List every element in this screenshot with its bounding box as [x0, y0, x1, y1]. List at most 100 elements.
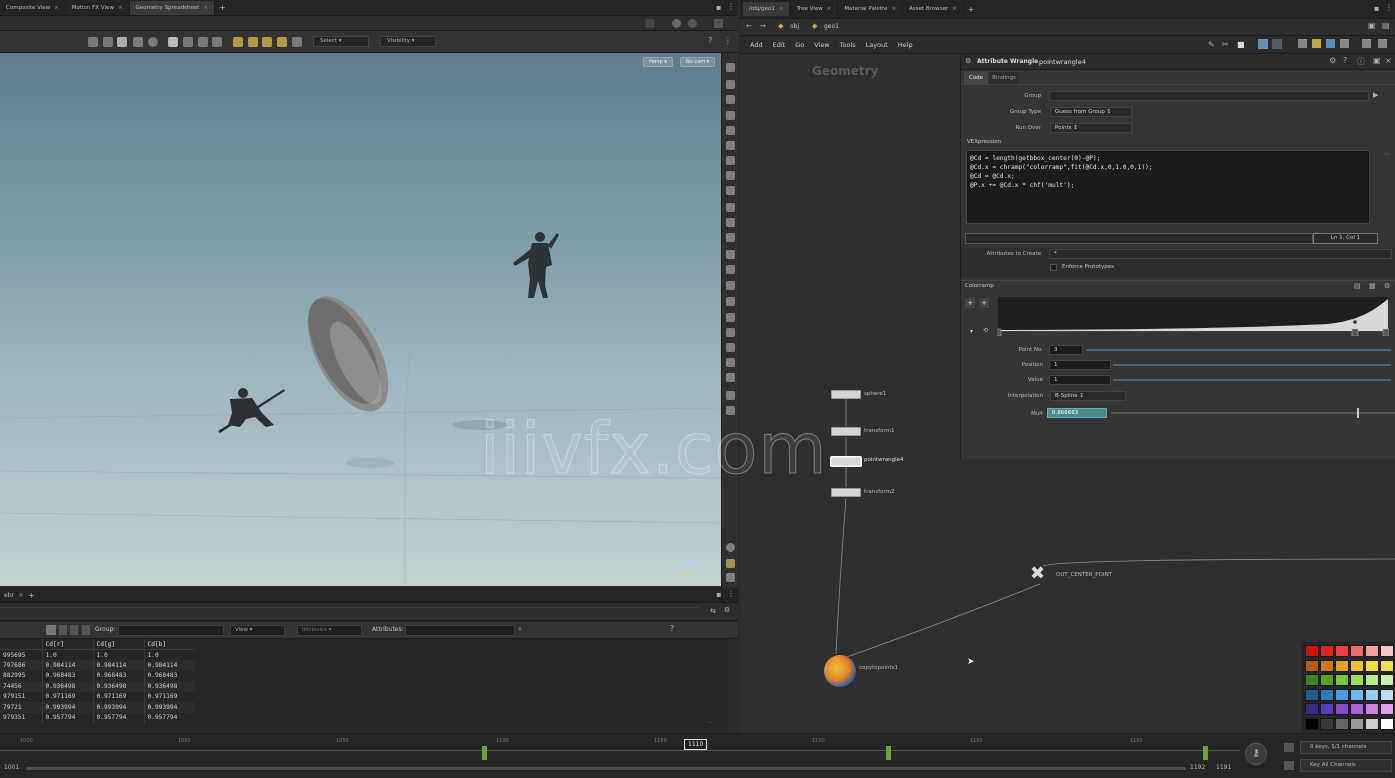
select-tool-icon[interactable]: [88, 37, 98, 47]
table-row[interactable]: 979351 0.957794 0.957794 0.957794: [0, 712, 195, 723]
scissors-icon[interactable]: ✂: [1222, 40, 1229, 49]
info-icon[interactable]: [726, 543, 735, 552]
group-field[interactable]: [1049, 91, 1369, 101]
color-swatch[interactable]: [1305, 717, 1319, 730]
value-field[interactable]: 1: [1049, 375, 1111, 385]
spreadsheet-table[interactable]: Cd[r] Cd[g] Cd[b] 995695 1.0 1.0 1.0 797686 0…: [0, 639, 728, 731]
attributes-filter-input[interactable]: [405, 625, 515, 636]
keys-channels-dropdown[interactable]: 0 keys, 1/1 channels: [1300, 741, 1392, 754]
mult-field[interactable]: 0.866663: [1047, 408, 1107, 418]
menu-view[interactable]: View: [814, 41, 829, 49]
table-row[interactable]: 74456 0.936498 0.936498 0.936498: [0, 681, 195, 692]
lock-icon[interactable]: [726, 95, 735, 104]
pin-icon[interactable]: ▣: [1368, 21, 1376, 30]
pane-options-icon[interactable]: ⋮: [1385, 3, 1393, 12]
visibility-dropdown[interactable]: Visibility ▾: [380, 36, 436, 47]
color-swatch[interactable]: [1380, 645, 1394, 657]
pane-menu-icon[interactable]: ▪: [1374, 4, 1379, 13]
box-select-icon[interactable]: [117, 37, 127, 47]
color-swatch[interactable]: [1380, 659, 1394, 672]
settings-icon[interactable]: ⚙: [724, 606, 730, 614]
close-icon[interactable]: ×: [952, 6, 957, 12]
detail-attrib-icon[interactable]: [82, 625, 90, 635]
scene-viewport[interactable]: Persp ▾ No cam ▾ 1100: [0, 53, 721, 586]
end-frame-field[interactable]: 1192: [1190, 764, 1205, 771]
ramp-key[interactable]: [1351, 328, 1359, 336]
pin-icon[interactable]: [726, 141, 735, 150]
keyframe-marker[interactable]: [1203, 746, 1208, 760]
light-icon[interactable]: [726, 111, 735, 120]
keyframe-marker[interactable]: [482, 746, 487, 760]
current-frame-marker[interactable]: 1110: [684, 739, 708, 750]
tab-asset-browser[interactable]: Asset Browser ×: [903, 2, 964, 16]
node-transform2[interactable]: [831, 488, 861, 497]
pane-options-icon[interactable]: ⋮: [727, 2, 735, 11]
close-icon[interactable]: ×: [891, 6, 896, 12]
expand-icon[interactable]: ⋯: [1383, 150, 1390, 158]
wireframe-icon[interactable]: [726, 203, 735, 212]
tab-stub[interactable]: ebr: [0, 592, 18, 599]
color-swatch[interactable]: [1350, 674, 1364, 686]
column-header[interactable]: Cd[g]: [92, 639, 144, 650]
tab-tree-view[interactable]: Tree View ×: [790, 2, 839, 16]
add-tab-icon[interactable]: +: [964, 5, 979, 14]
interpolation-dropdown[interactable]: B-Spline ↕: [1050, 391, 1126, 401]
tab-composite-view[interactable]: Composite View ×: [0, 0, 66, 15]
color-swatch[interactable]: [1365, 674, 1379, 686]
color-palette[interactable]: [1302, 642, 1395, 733]
move-icon[interactable]: [726, 358, 735, 367]
location-icon[interactable]: [726, 156, 735, 165]
color-swatch[interactable]: [1380, 703, 1394, 715]
home-icon[interactable]: [726, 80, 735, 89]
chevron-down-icon[interactable]: ▾: [970, 328, 973, 335]
shading-icon[interactable]: [726, 218, 735, 227]
brush-icon[interactable]: [726, 265, 735, 274]
color-swatch[interactable]: [1350, 659, 1364, 672]
menu-go[interactable]: Go: [795, 41, 804, 49]
add-tab-icon[interactable]: +: [215, 3, 230, 12]
camera-icon[interactable]: [726, 126, 735, 135]
color-swatch[interactable]: [1305, 674, 1319, 686]
node-sphere1[interactable]: [831, 390, 861, 399]
object-mode-icon[interactable]: [168, 37, 178, 47]
path-obj[interactable]: obj: [790, 23, 799, 30]
color-swatch[interactable]: [1365, 659, 1379, 672]
table-row[interactable]: 995695 1.0 1.0 1.0: [0, 649, 195, 660]
view-dropdown[interactable]: View ▾: [230, 625, 285, 636]
color-swatch[interactable]: [1350, 688, 1364, 701]
path-geo[interactable]: geo1: [824, 23, 839, 30]
snap-point-icon[interactable]: [262, 37, 272, 47]
tab-geometry-spreadsheet[interactable]: Geometry Spreadsheet ×: [129, 0, 215, 15]
color-swatch[interactable]: [1380, 674, 1394, 686]
snap-multi-icon[interactable]: [292, 37, 302, 47]
point-no-field[interactable]: 3: [1049, 345, 1083, 355]
points-attrib-icon[interactable]: [46, 625, 56, 635]
snap-grid-icon[interactable]: [248, 37, 258, 47]
link-icon[interactable]: ▤: [1382, 21, 1390, 30]
auto-key-icon[interactable]: [1284, 761, 1294, 770]
mult-slider[interactable]: [1111, 412, 1395, 414]
pane-menu-icon[interactable]: ▪: [716, 3, 721, 12]
vex-code-editor[interactable]: @Cd = length(getbbox_center(0)-@P); @Cd.…: [966, 150, 1370, 224]
help-icon[interactable]: ?: [670, 624, 674, 633]
gear-icon[interactable]: ⚙: [1329, 56, 1336, 65]
group-filter-input[interactable]: [118, 625, 224, 636]
help-icon[interactable]: ?: [708, 36, 712, 45]
layout-icon[interactable]: [726, 391, 735, 400]
square-icon[interactable]: ■: [1237, 40, 1245, 49]
frame-range-slider[interactable]: [26, 767, 1186, 770]
close-icon[interactable]: ×: [779, 6, 784, 12]
node-name-field[interactable]: pointwrangle4: [1039, 58, 1086, 66]
color-swatch[interactable]: [1335, 703, 1349, 715]
scissors-icon[interactable]: [726, 343, 735, 352]
close-icon[interactable]: ×: [118, 5, 123, 11]
mult-slider-handle[interactable]: [1356, 408, 1359, 418]
wrench-icon[interactable]: ✎: [1208, 40, 1215, 49]
group-type-dropdown[interactable]: Guess from Group ↕: [1050, 107, 1132, 117]
image-icon[interactable]: [1326, 39, 1335, 48]
dropdown-icon[interactable]: [645, 19, 655, 28]
table-row[interactable]: 79721 0.993994 0.993994 0.993994: [0, 702, 195, 713]
timeline-bar[interactable]: 1000 1050 1050 1100 1150 1100 1150 1150 …: [0, 733, 1395, 778]
grid-icon[interactable]: ▦: [1369, 282, 1376, 290]
note-icon[interactable]: [1312, 39, 1321, 48]
